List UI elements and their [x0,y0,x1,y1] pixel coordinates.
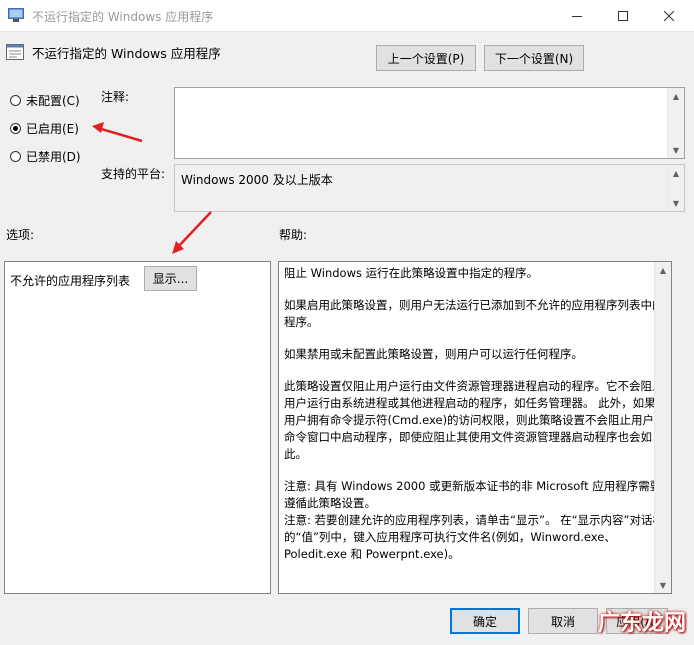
arrow-to-enabled [92,122,143,143]
annotation-arrows [92,122,212,254]
arrow-to-show-button [172,211,212,254]
watermark: 广东龙网 [597,611,686,636]
